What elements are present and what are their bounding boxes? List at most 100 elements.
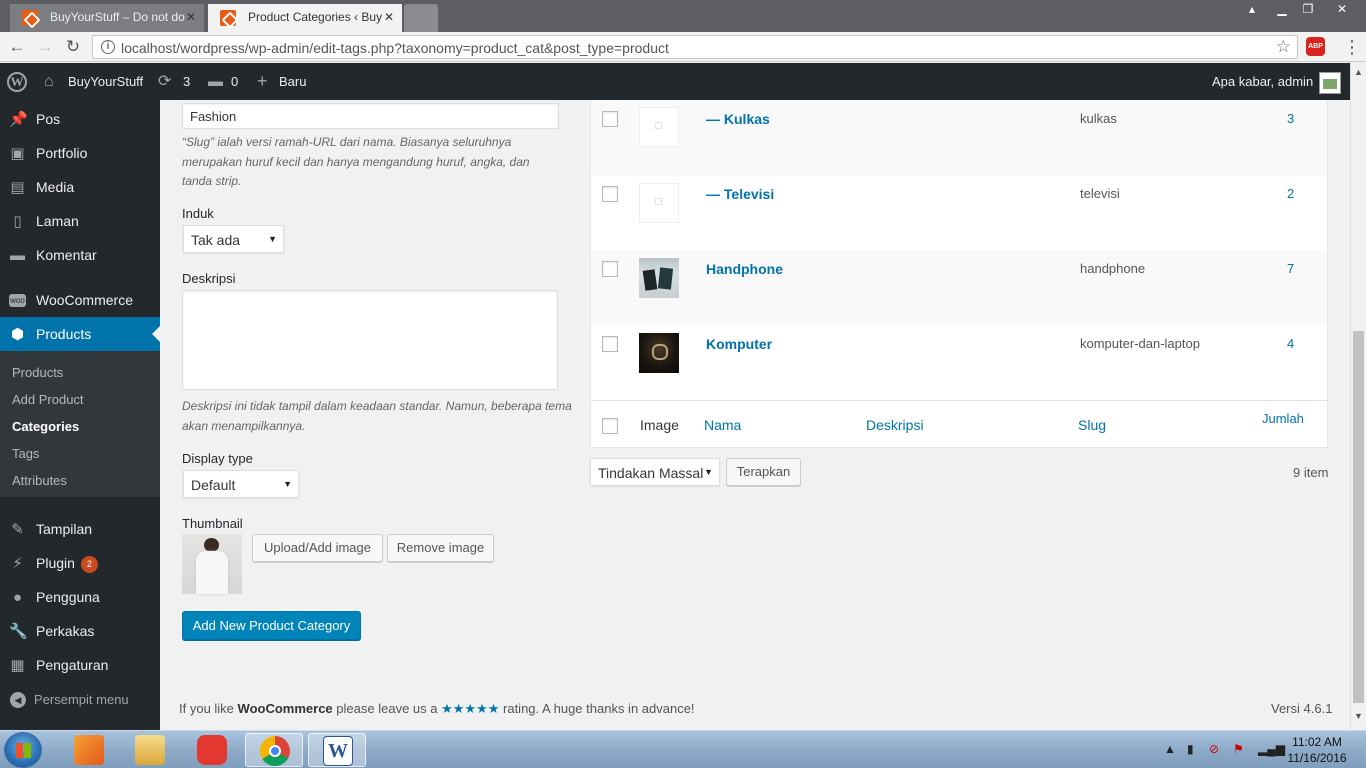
sidebar-item-pengguna[interactable]: ● Pengguna — [0, 580, 160, 614]
category-thumbnail-image — [639, 333, 679, 373]
windows-taskbar: W ▲ ▮ ⊘ ⚑ ▂▄▆ 11:02 AM 11/16/2016 — [0, 730, 1366, 768]
bulk-action-select[interactable]: Tindakan Massal ▼ — [590, 458, 720, 486]
category-name-link[interactable]: Handphone — [706, 261, 783, 277]
category-count-link[interactable]: 2 — [1287, 186, 1294, 201]
adblock-icon[interactable]: ABP — [1306, 37, 1325, 56]
scroll-up-icon[interactable]: ▲ — [1354, 67, 1363, 77]
clock-date: 11/16/2016 — [1287, 751, 1347, 765]
network-icon[interactable]: ⊘ — [1209, 742, 1219, 756]
taskbar-app-red[interactable] — [183, 733, 241, 767]
updates-icon[interactable]: ⟳ — [158, 63, 171, 100]
submenu-item-add-product[interactable]: Add Product — [12, 392, 84, 407]
row-checkbox[interactable] — [602, 261, 618, 277]
comments-icon[interactable]: ▬ — [208, 63, 223, 100]
sidebar-item-woocommerce[interactable]: woo WooCommerce — [0, 283, 160, 317]
chevron-down-icon: ▼ — [704, 467, 713, 477]
display-type-select[interactable]: Default ▼ — [183, 470, 299, 498]
category-name-link[interactable]: — Televisi — [706, 186, 774, 202]
user-greeting[interactable]: Apa kabar, admin — [1212, 63, 1313, 100]
show-hidden-icons[interactable]: ▲ — [1164, 742, 1176, 756]
browser-toolbar: ← → ↻ i localhost/wordpress/wp-admin/edi… — [0, 32, 1366, 62]
minimize-icon[interactable]: ▁ — [1268, 0, 1296, 20]
box-icon: ⬢ — [10, 326, 25, 343]
placeholder-image-icon — [639, 107, 679, 147]
sidebar-item-perkakas[interactable]: 🔧 Perkakas — [0, 614, 160, 648]
sidebar-item-komentar[interactable]: ▬ Komentar — [0, 238, 160, 272]
page-scrollbar[interactable]: ▲ ▼ — [1350, 63, 1366, 730]
sidebar-item-laman[interactable]: ▯ Laman — [0, 204, 160, 238]
action-center-icon[interactable]: ⚑ — [1233, 742, 1244, 756]
close-window-icon[interactable]: ✕ — [1322, 0, 1362, 20]
taskbar-explorer[interactable] — [121, 733, 179, 767]
sidebar-item-pengaturan[interactable]: ▦ Pengaturan — [0, 648, 160, 682]
start-button[interactable] — [4, 732, 42, 768]
row-checkbox[interactable] — [602, 111, 618, 127]
upload-image-button[interactable]: Upload/Add image — [252, 534, 383, 562]
add-category-button[interactable]: Add New Product Category — [182, 611, 361, 640]
settings-icon: ▦ — [10, 657, 25, 674]
submenu-item-products[interactable]: Products — [12, 365, 63, 380]
row-checkbox[interactable] — [602, 336, 618, 352]
taskbar-media-player[interactable] — [60, 733, 118, 767]
table-row: Handphone handphone 7 — [591, 250, 1327, 325]
new-tab-button[interactable] — [404, 4, 438, 32]
scroll-down-icon[interactable]: ▼ — [1354, 711, 1363, 721]
slug-input[interactable]: Fashion — [182, 103, 559, 129]
submenu-item-tags[interactable]: Tags — [12, 446, 39, 461]
apply-button[interactable]: Terapkan — [726, 458, 801, 486]
wordpress-logo-icon[interactable]: W — [7, 72, 27, 92]
submenu-item-attributes[interactable]: Attributes — [12, 473, 67, 488]
sidebar-item-tampilan[interactable]: ✎ Tampilan — [0, 512, 160, 546]
column-slug-sort[interactable]: Slug — [1078, 417, 1106, 433]
new-content-link[interactable]: Baru — [279, 63, 306, 100]
taskbar-word[interactable]: W — [308, 733, 366, 767]
select-all-checkbox[interactable] — [602, 418, 618, 434]
comments-count[interactable]: 0 — [231, 63, 238, 100]
system-clock[interactable]: 11:02 AM 11/16/2016 — [1282, 734, 1352, 766]
avatar[interactable] — [1319, 72, 1341, 94]
sidebar-item-portfolio[interactable]: ▣ Portfolio — [0, 136, 160, 170]
category-name-link[interactable]: Komputer — [706, 336, 772, 352]
row-checkbox[interactable] — [602, 186, 618, 202]
category-count-link[interactable]: 3 — [1287, 111, 1294, 126]
reload-icon[interactable]: ↻ — [62, 36, 84, 58]
maximize-icon[interactable]: ❐ — [1294, 0, 1322, 20]
sidebar-item-plugin[interactable]: ⚡ Plugin 2 — [0, 546, 160, 580]
browser-tab-site[interactable]: BuyYourStuff – Do not do ✕ — [10, 4, 204, 32]
forward-icon[interactable]: → — [34, 36, 56, 58]
category-count-link[interactable]: 4 — [1287, 336, 1294, 351]
submenu-item-categories[interactable]: Categories — [12, 419, 79, 434]
tab-title: Product Categories ‹ Buy — [248, 10, 383, 24]
browser-menu-icon[interactable]: ⋮ — [1343, 38, 1361, 56]
description-textarea[interactable] — [182, 290, 558, 390]
rating-stars-link[interactable]: ★★★★★ — [441, 701, 499, 716]
sidebar-item-media[interactable]: ▤ Media — [0, 170, 160, 204]
address-bar[interactable]: i localhost/wordpress/wp-admin/edit-tags… — [92, 35, 1298, 59]
profile-icon[interactable]: ▴ — [1238, 0, 1266, 20]
close-tab-icon[interactable]: ✕ — [186, 10, 196, 24]
updates-count[interactable]: 3 — [183, 63, 190, 100]
site-name-link[interactable]: BuyYourStuff — [68, 63, 143, 100]
battery-icon[interactable]: ▮ — [1187, 742, 1194, 756]
category-name-link[interactable]: — Kulkas — [706, 111, 770, 127]
column-count-sort[interactable]: Jumlah — [1262, 411, 1304, 426]
category-count-link[interactable]: 7 — [1287, 261, 1294, 276]
signal-icon[interactable]: ▂▄▆ — [1258, 742, 1285, 756]
sidebar-item-label: Products — [36, 326, 92, 342]
close-tab-icon[interactable]: ✕ — [384, 10, 394, 24]
back-icon[interactable]: ← — [6, 36, 28, 58]
column-description-sort[interactable]: Deskripsi — [866, 417, 924, 433]
footer-woocommerce-link[interactable]: WooCommerce — [238, 701, 333, 716]
info-icon[interactable]: i — [101, 40, 115, 54]
column-name-sort[interactable]: Nama — [704, 417, 741, 433]
scrollbar-thumb[interactable] — [1353, 331, 1364, 703]
collapse-menu-button[interactable]: ◀ Persempit menu — [0, 685, 160, 715]
browser-tab-categories[interactable]: Product Categories ‹ Buy ✕ — [208, 4, 402, 32]
sidebar-item-products[interactable]: ⬢ Products — [0, 317, 160, 351]
plus-icon[interactable]: + — [257, 63, 268, 100]
bookmark-star-icon[interactable]: ☆ — [1276, 37, 1291, 57]
taskbar-chrome[interactable] — [245, 733, 303, 767]
parent-select[interactable]: Tak ada ▼ — [183, 225, 284, 253]
sidebar-item-pos[interactable]: 📌 Pos — [0, 102, 160, 136]
remove-image-button[interactable]: Remove image — [387, 534, 494, 562]
